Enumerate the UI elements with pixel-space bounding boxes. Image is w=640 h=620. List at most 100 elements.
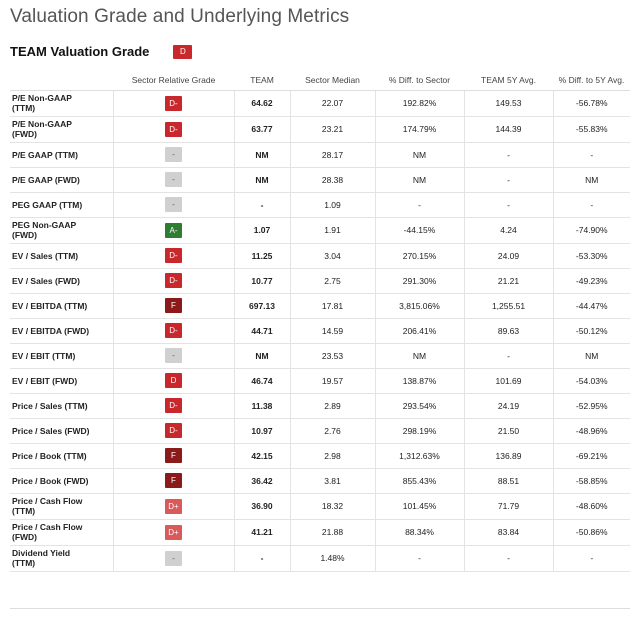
diff-to-sector-value: 88.34%: [374, 519, 464, 546]
grade-cell: D: [116, 373, 232, 388]
metric-name: Price / Sales (FWD): [10, 418, 113, 444]
diff-to-5y-avg-value: -58.85%: [552, 468, 630, 494]
sector-median-value: 1.91: [289, 217, 375, 244]
grade-cell: F: [116, 448, 232, 463]
team-value: NM: [233, 142, 290, 168]
header-team-5y-avg: TEAM 5Y Avg.: [464, 70, 553, 91]
diff-to-sector-value: 3,815.06%: [374, 293, 464, 319]
grade-badge: A-: [165, 222, 182, 238]
grade-cell: -: [116, 172, 232, 187]
table-row: Price / Book (FWD) F 36.42 3.81 855.43% 88.51…: [10, 468, 630, 494]
table-row: EV / EBITDA (FWD) D- 44.71 14.59 206.41% 89.6…: [10, 318, 630, 344]
diff-to-5y-avg-value: -54.03%: [552, 368, 630, 394]
metric-name: EV / Sales (TTM): [10, 243, 113, 269]
grade-cell: D-: [116, 323, 232, 338]
table-row: Price / Sales (TTM) D- 11.38 2.89 293.54% 24.…: [10, 393, 630, 419]
header-team: TEAM: [234, 70, 290, 91]
table-row: Price / Cash Flow (TTM) D+ 36.90 18.32 101.4…: [10, 493, 630, 520]
diff-to-5y-avg-value: -: [552, 545, 630, 572]
diff-to-5y-avg-value: -69.21%: [552, 443, 630, 469]
sector-relative-grade: -: [112, 167, 234, 193]
sector-relative-grade: F: [112, 443, 234, 469]
diff-to-5y-avg-value: -: [552, 192, 630, 218]
grade-cell: D+: [116, 524, 232, 540]
sector-relative-grade: D+: [112, 493, 234, 520]
grade-cell: -: [116, 197, 232, 212]
team-value: -: [233, 192, 290, 218]
sector-median-value: 28.38: [289, 167, 375, 193]
team-value: 11.38: [233, 393, 290, 419]
team-value: NM: [233, 343, 290, 369]
team-5y-avg-value: 83.84: [463, 519, 553, 546]
table-row: EV / EBIT (TTM) - NM 23.53 NM - NM: [10, 343, 630, 369]
grade-badge: D: [165, 373, 182, 388]
footer-divider: [10, 608, 630, 609]
sector-relative-grade: -: [112, 545, 234, 572]
metric-name: PEG Non-GAAP (FWD): [10, 217, 113, 244]
diff-to-sector-value: 101.45%: [374, 493, 464, 520]
grade-badge: D-: [165, 273, 182, 288]
diff-to-sector-value: 270.15%: [374, 243, 464, 269]
table-body: P/E Non-GAAP (TTM) D- 64.62 22.07 192.82% 149…: [10, 90, 630, 572]
sector-median-value: 14.59: [289, 318, 375, 344]
sector-median-value: 3.81: [289, 468, 375, 494]
diff-to-5y-avg-value: -44.47%: [552, 293, 630, 319]
sector-median-value: 22.07: [289, 90, 375, 117]
grade-cell: A-: [116, 222, 232, 238]
table-header-row: Sector Relative Grade TEAM Sector Median…: [10, 70, 630, 91]
sector-median-value: 1.09: [289, 192, 375, 218]
team-5y-avg-value: 144.39: [463, 116, 553, 143]
grade-cell: F: [116, 473, 232, 488]
diff-to-5y-avg-value: NM: [552, 167, 630, 193]
diff-to-5y-avg-value: -49.23%: [552, 268, 630, 294]
sector-relative-grade: D-: [112, 243, 234, 269]
metric-name: Price / Book (TTM): [10, 443, 113, 469]
team-value: 42.15: [233, 443, 290, 469]
team-5y-avg-value: 101.69: [463, 368, 553, 394]
grade-badge: D+: [165, 524, 182, 540]
team-5y-avg-value: -: [463, 343, 553, 369]
metric-name: Price / Sales (TTM): [10, 393, 113, 419]
grade-badge: D-: [165, 95, 182, 111]
metric-name: Price / Cash Flow (TTM): [10, 493, 113, 520]
overall-grade-badge: D: [173, 44, 193, 59]
team-value: -: [233, 545, 290, 572]
team-5y-avg-value: 24.19: [463, 393, 553, 419]
metric-name: P/E Non-GAAP (TTM): [10, 90, 113, 117]
diff-to-sector-value: -: [374, 545, 464, 572]
team-5y-avg-value: 136.89: [463, 443, 553, 469]
grade-badge: D-: [165, 323, 182, 338]
diff-to-sector-value: 293.54%: [374, 393, 464, 419]
metric-name: P/E Non-GAAP (FWD): [10, 116, 113, 143]
sector-relative-grade: D-: [112, 116, 234, 143]
team-5y-avg-value: 1,255.51: [463, 293, 553, 319]
grade-cell: D-: [116, 95, 232, 111]
sector-median-value: 28.17: [289, 142, 375, 168]
grade-cell: D-: [116, 121, 232, 137]
diff-to-sector-value: 192.82%: [374, 90, 464, 117]
table-row: PEG GAAP (TTM) - -1.09- - -: [10, 192, 630, 218]
grade-badge: -: [165, 197, 182, 212]
table-row: EV / EBIT (FWD) D 46.74 19.57 138.87% 101.69-…: [10, 368, 630, 394]
team-value: 11.25: [233, 243, 290, 269]
grade-cell: D+: [116, 498, 232, 514]
sector-median-value: 2.98: [289, 443, 375, 469]
grade-cell: D-: [116, 398, 232, 413]
sector-relative-grade: D-: [112, 318, 234, 344]
metric-name: Dividend Yield (TTM): [10, 545, 113, 572]
team-5y-avg-value: -: [463, 192, 553, 218]
sector-median-value: 23.53: [289, 343, 375, 369]
sector-median-value: 3.04: [289, 243, 375, 269]
team-value: 41.21: [233, 519, 290, 546]
grade-badge: F: [165, 298, 182, 313]
metric-name: EV / EBITDA (FWD): [10, 318, 113, 344]
sector-relative-grade: D-: [112, 268, 234, 294]
grade-badge: D-: [165, 398, 182, 413]
sector-median-value: 2.89: [289, 393, 375, 419]
diff-to-5y-avg-value: -56.78%: [552, 90, 630, 117]
sector-relative-grade: D+: [112, 519, 234, 546]
grade-cell: -: [116, 550, 232, 566]
table-row: P/E Non-GAAP (FWD) D- 63.77 23.21 174.79% 144…: [10, 116, 630, 143]
sector-median-value: 2.75: [289, 268, 375, 294]
header-diff-to-sector: % Diff. to Sector: [375, 70, 464, 91]
